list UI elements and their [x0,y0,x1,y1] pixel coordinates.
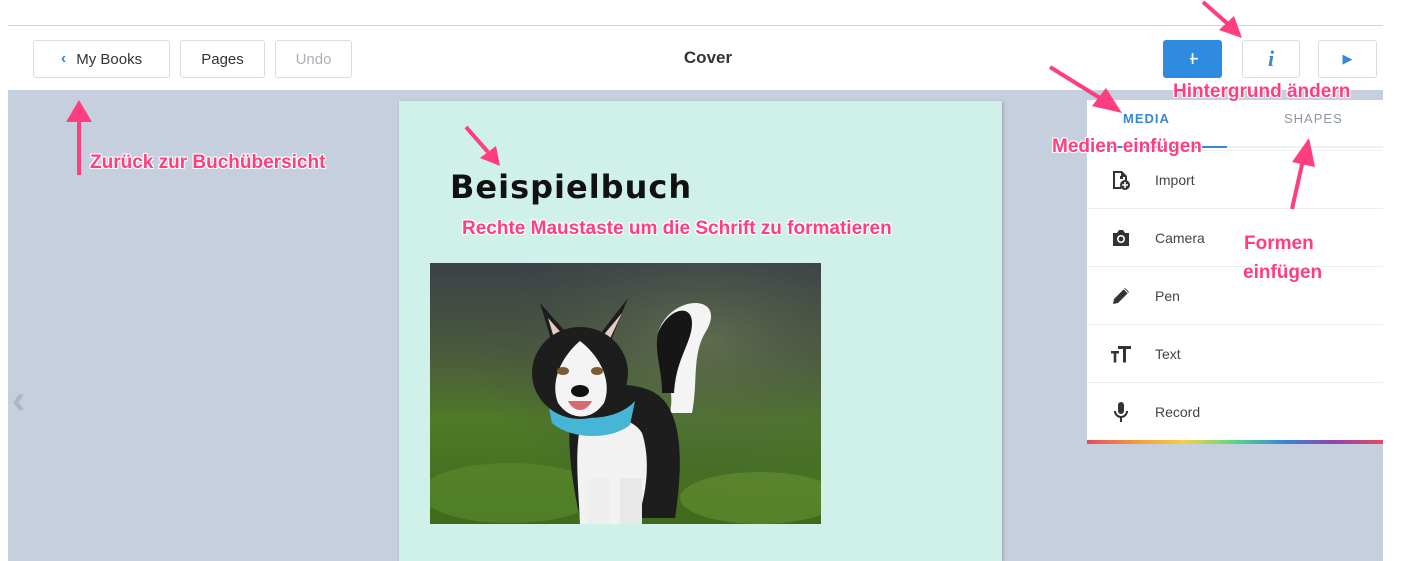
file-import-icon [1087,170,1155,190]
media-item-import[interactable]: Import [1087,150,1383,208]
undo-button[interactable]: Undo [275,40,352,78]
page-title: Cover [683,48,733,67]
pages-button[interactable]: Pages [180,40,265,78]
annotation-shapes-line1: Formen [1244,233,1314,254]
husky-image [430,263,821,524]
media-item-label: Import [1155,171,1195,188]
media-item-text[interactable]: Text [1087,324,1383,382]
tab-media[interactable]: MEDIA [1123,111,1170,126]
page-info-button[interactable]: i [1242,40,1300,78]
info-icon: i [1267,46,1275,71]
add-button-pointer [1180,53,1190,61]
media-item-camera[interactable]: Camera [1087,208,1383,266]
media-item-record[interactable]: Record [1087,382,1383,440]
my-books-label: My Books [76,50,143,68]
media-item-label: Pen [1155,287,1180,304]
play-button[interactable]: ▶ [1318,40,1377,78]
add-media-button[interactable]: + [1163,40,1222,78]
dog-photo[interactable] [430,263,821,524]
camera-icon [1087,229,1155,247]
media-item-label: Text [1155,345,1181,362]
annotation-shapes-line2: einfügen [1243,262,1323,283]
book-title-text[interactable]: Beispielbuch [450,168,692,206]
microphone-icon [1087,401,1155,423]
tab-shapes[interactable]: SHAPES [1284,111,1343,126]
annotation-format: Rechte Maustaste um die Schrift zu forma… [462,218,892,239]
rainbow-strip [1087,440,1383,444]
chevron-left-icon: ‹ [60,50,67,67]
annotation-background: Hintergrund ändern [1173,81,1351,102]
previous-page-icon[interactable]: ‹ [12,378,25,423]
media-item-label: Camera [1155,229,1205,246]
annotation-back: Zurück zur Buchübersicht [90,152,326,173]
annotation-media: Medien einfügen [1052,136,1202,157]
pen-icon [1087,286,1155,306]
media-item-label: Record [1155,403,1201,420]
play-icon: ▶ [1342,51,1353,66]
media-item-pen[interactable]: Pen [1087,266,1383,324]
my-books-button[interactable]: ‹ My Books [33,40,170,78]
text-size-icon [1087,345,1155,363]
